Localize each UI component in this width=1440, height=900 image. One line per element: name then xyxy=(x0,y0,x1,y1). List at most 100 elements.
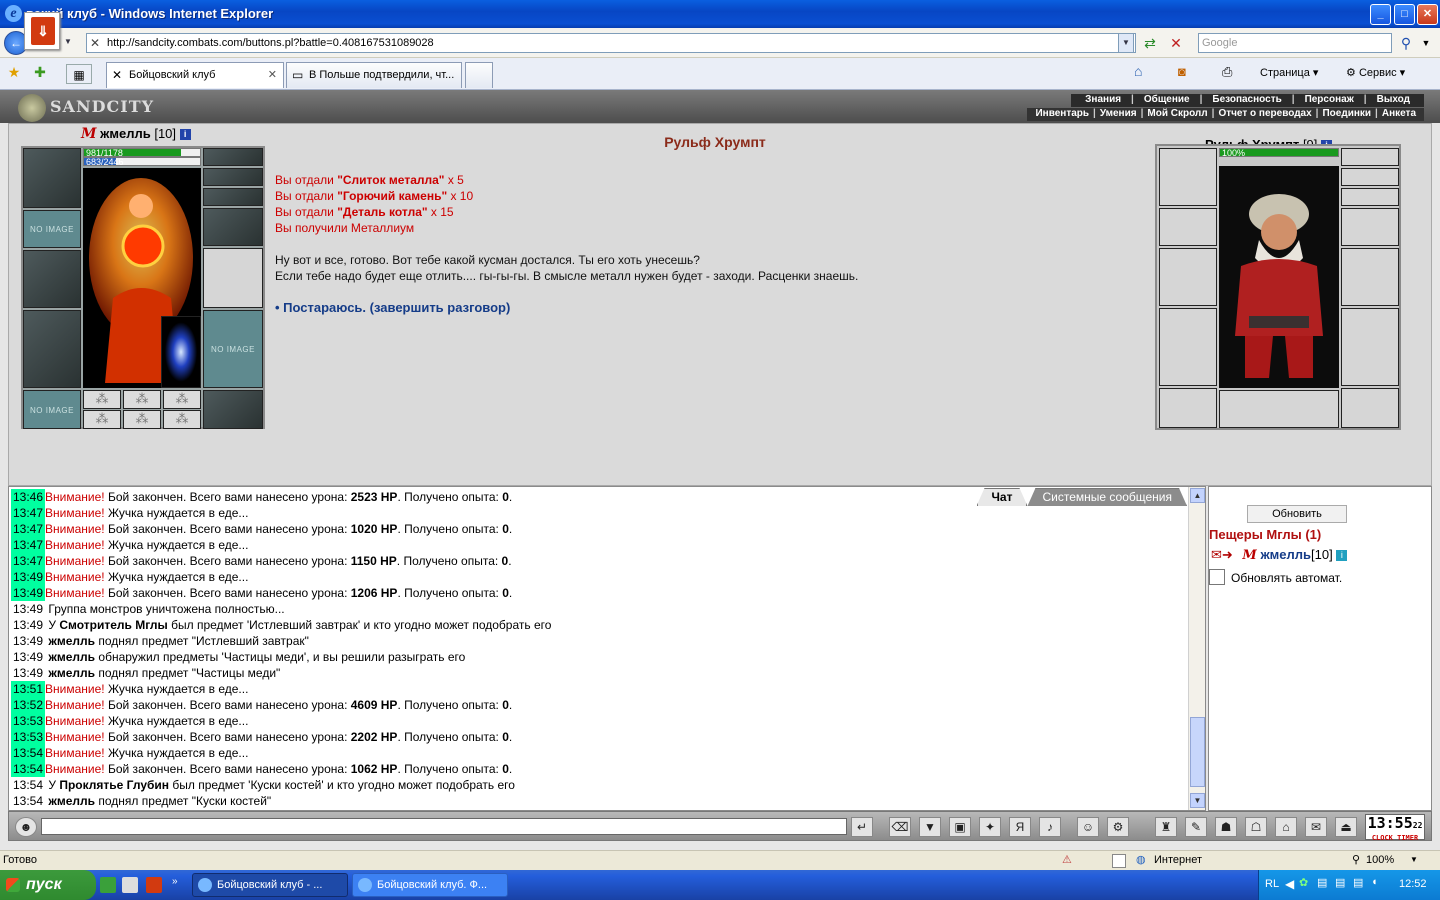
address-dropdown-icon[interactable]: ▼ xyxy=(1118,33,1134,53)
address-input[interactable]: ✕ http://sandcity.combats.com/buttons.pl… xyxy=(86,33,1136,53)
tray-network-icon[interactable]: ▤ xyxy=(1353,876,1363,889)
show-desktop-icon[interactable] xyxy=(122,877,138,893)
orb-slot[interactable] xyxy=(161,316,201,388)
tray-network-icon[interactable]: ▤ xyxy=(1317,876,1327,889)
bottle-icon[interactable]: ♜ xyxy=(1155,817,1177,837)
maximize-button[interactable]: □ xyxy=(1394,4,1415,25)
scroll-icon[interactable]: ✎ xyxy=(1185,817,1207,837)
more-icon[interactable]: » xyxy=(172,876,178,887)
menu-battles[interactable]: Поединки xyxy=(1318,108,1375,121)
add-favorite-icon[interactable]: ✚ xyxy=(30,62,50,82)
home-icon[interactable]: ⌂ xyxy=(1134,63,1142,79)
smile-head-icon[interactable]: ☻ xyxy=(15,817,37,837)
sound-icon[interactable]: ♪ xyxy=(1039,817,1061,837)
quick-tabs-icon[interactable]: ▦ xyxy=(66,64,92,84)
feeds-icon[interactable]: ◙ xyxy=(1178,64,1186,79)
chat-timestamp[interactable]: 13:47 xyxy=(11,505,46,521)
info-icon[interactable]: i xyxy=(1336,550,1348,561)
rune-slot[interactable]: ⁂ xyxy=(83,390,121,409)
chat-text[interactable]: жмелль xyxy=(48,666,95,680)
service-menu[interactable]: ⚙ Сервис ▾ xyxy=(1346,66,1405,79)
tab-chat[interactable]: Чат xyxy=(977,488,1028,506)
menu-inventory[interactable]: Инвентарь xyxy=(1031,108,1093,121)
search-input[interactable]: Google xyxy=(1198,33,1392,53)
chat-timestamp[interactable]: 13:51 xyxy=(11,681,46,697)
page-menu[interactable]: Страница ▾ xyxy=(1260,66,1318,79)
scroll-up-icon[interactable]: ▲ xyxy=(1190,488,1205,503)
chat-input[interactable] xyxy=(41,818,847,835)
boots-slot[interactable] xyxy=(203,390,263,429)
menu-character[interactable]: Персонаж xyxy=(1295,94,1364,107)
empty-slot[interactable]: NO IMAGE xyxy=(23,210,81,248)
scroll-thumb[interactable] xyxy=(1190,717,1205,787)
smiles-icon[interactable]: ☺ xyxy=(1077,817,1099,837)
chat-timestamp[interactable]: 13:49 xyxy=(11,585,46,601)
chat-text[interactable]: жмелль xyxy=(48,794,95,808)
menu-skills[interactable]: Умения xyxy=(1096,108,1141,121)
scroll-down-icon[interactable]: ▼ xyxy=(1190,793,1205,808)
print-icon[interactable]: ⎙ xyxy=(1222,64,1232,80)
volume-icon[interactable]: ◖ xyxy=(1371,876,1378,888)
earring-slot[interactable] xyxy=(203,148,263,166)
empty-slot[interactable]: NO IMAGE xyxy=(23,390,81,429)
translit-icon[interactable]: Я xyxy=(1009,817,1031,837)
refresh-button[interactable]: Обновить xyxy=(1247,505,1347,523)
chat-text[interactable]: Проклятье Глубин xyxy=(59,778,169,792)
taskbar-window-1[interactable]: Бойцовский клуб - ... xyxy=(192,873,348,897)
chat-timestamp[interactable]: 13:47 xyxy=(11,553,46,569)
chat-text[interactable]: Смотритель Мглы xyxy=(59,618,167,632)
download-master-icon[interactable] xyxy=(146,877,162,893)
chat-scrollbar[interactable]: ▲ ▼ xyxy=(1188,487,1205,810)
empty-slot[interactable]: NO IMAGE xyxy=(203,310,263,388)
ring-slots[interactable] xyxy=(203,188,263,206)
tray-icon[interactable]: ◀ xyxy=(1285,877,1294,891)
menu-transfer-report[interactable]: Отчет о переводах xyxy=(1214,108,1315,121)
house-icon[interactable]: ⌂ xyxy=(1275,817,1297,837)
group-icon[interactable]: ☖ xyxy=(1245,817,1267,837)
player-name[interactable]: жмелль xyxy=(100,126,151,141)
info-icon[interactable]: i xyxy=(179,129,191,140)
language-indicator[interactable]: RL xyxy=(1265,878,1279,890)
history-dropdown-icon[interactable]: ▼ xyxy=(60,33,76,53)
quicklaunch-icon[interactable] xyxy=(100,877,116,893)
tab-news[interactable]: ▭ В Польше подтвердили, чт... xyxy=(286,62,462,88)
chat-timestamp[interactable]: 13:46 xyxy=(11,489,46,505)
minimize-button[interactable]: _ xyxy=(1370,4,1391,25)
gloves-slot[interactable] xyxy=(203,208,263,246)
chat-timestamp[interactable]: 13:49 xyxy=(11,617,45,633)
save-icon[interactable]: ▣ xyxy=(949,817,971,837)
auto-refresh-checkbox[interactable] xyxy=(1209,569,1225,585)
security-icon[interactable]: ⚠ xyxy=(1062,851,1072,869)
search-dropdown-icon[interactable]: ▼ xyxy=(1416,33,1436,53)
chat-timestamp[interactable]: 13:47 xyxy=(11,537,46,553)
chat-timestamp[interactable]: 13:52 xyxy=(11,697,46,713)
checkbox-status-icon[interactable] xyxy=(1112,854,1126,868)
favorites-star-icon[interactable]: ★ xyxy=(4,62,24,82)
action-icon[interactable]: ✦ xyxy=(979,817,1001,837)
menu-exit[interactable]: Выход xyxy=(1367,94,1420,107)
chat-timestamp[interactable]: 13:49 xyxy=(11,649,45,665)
filter-icon[interactable]: ▼ xyxy=(919,817,941,837)
private-message-icon[interactable]: ✉➜ xyxy=(1209,547,1239,562)
helmet-slot[interactable] xyxy=(23,148,81,208)
menu-knowledge[interactable]: Знания xyxy=(1075,94,1131,107)
stop-icon[interactable]: ✕ xyxy=(1166,33,1186,53)
settings-icon[interactable]: ⚙ xyxy=(1107,817,1129,837)
tab-system-messages[interactable]: Системные сообщения xyxy=(1027,488,1187,506)
menu-my-scroll[interactable]: Мой Скролл xyxy=(1143,108,1211,121)
menu-profile[interactable]: Анкета xyxy=(1378,108,1420,121)
rune-slot[interactable]: ⁂ xyxy=(163,410,201,429)
download-stamp-icon[interactable]: ⇓ xyxy=(24,12,60,50)
chat-text[interactable]: жмелль xyxy=(48,650,95,664)
weapon-slot[interactable] xyxy=(23,250,81,308)
start-button[interactable]: пуск xyxy=(0,870,96,900)
dialog-answer-link[interactable]: • Постараюсь. (завершить разговор) xyxy=(275,300,510,315)
chat-timestamp[interactable]: 13:53 xyxy=(11,713,46,729)
rune-slot[interactable]: ⁂ xyxy=(123,410,161,429)
zoom-dropdown-icon[interactable]: ▼ xyxy=(1410,851,1418,869)
tray-network-icon[interactable]: ▤ xyxy=(1335,876,1345,889)
tab-combats[interactable]: ✕ Бойцовский клуб ✕ xyxy=(106,62,284,88)
clear-icon[interactable]: ⌫ xyxy=(889,817,911,837)
chat-timestamp[interactable]: 13:49 xyxy=(11,633,45,649)
exit-icon[interactable]: ⏏ xyxy=(1335,817,1357,837)
